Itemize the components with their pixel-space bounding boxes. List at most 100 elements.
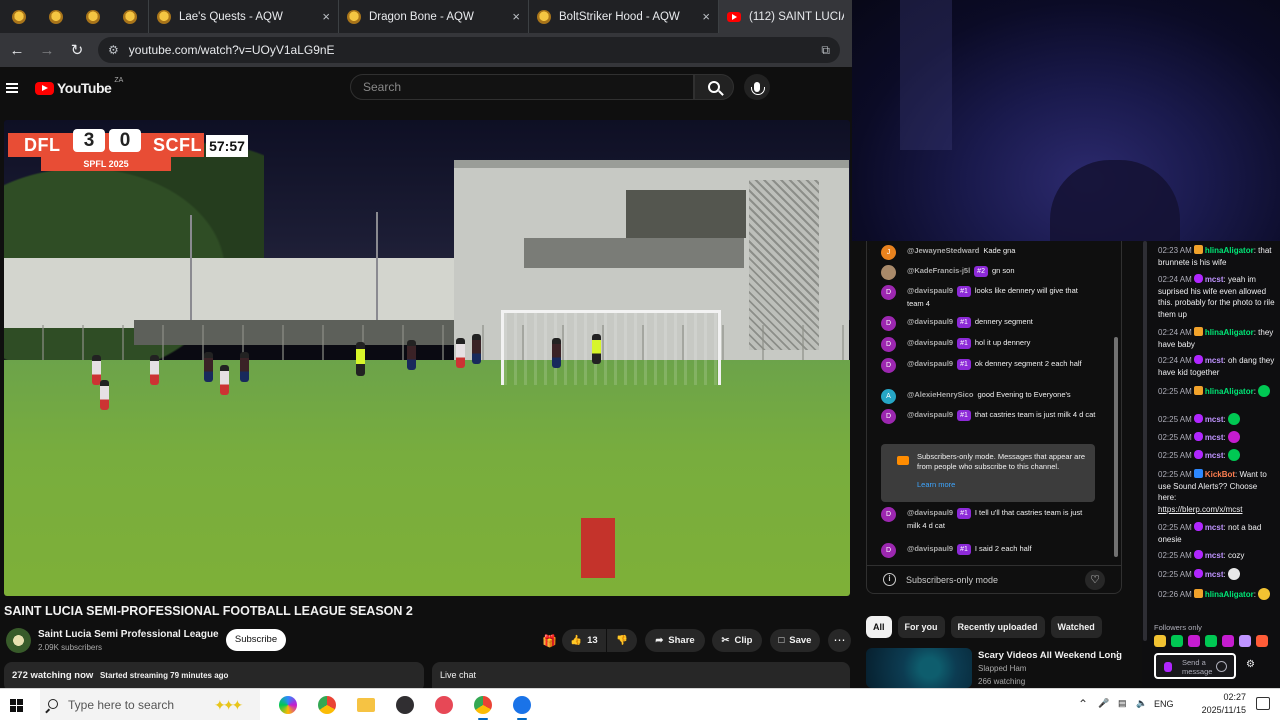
chat-avatar[interactable]: D [881, 543, 896, 558]
channel-name[interactable]: Saint Lucia Semi Professional League [38, 629, 219, 640]
share-button[interactable]: ➦ Share [645, 629, 705, 652]
clock-time[interactable]: 02:27 [1198, 692, 1246, 702]
chat-author[interactable]: @AlexieHenrySico [907, 390, 974, 399]
chat-settings-icon[interactable]: ⚙ [1246, 659, 1255, 671]
chat-author[interactable]: @davispaul9 [907, 359, 953, 368]
language-indicator[interactable]: ENG [1154, 699, 1174, 709]
network-icon[interactable]: ▤ [1118, 698, 1130, 710]
emoji-icon[interactable] [1216, 661, 1227, 672]
chat-author[interactable]: @JewayneStedward [907, 246, 979, 255]
pinned-tab[interactable] [37, 0, 74, 33]
search-button[interactable] [694, 74, 734, 100]
twitch-username[interactable]: mcst [1205, 570, 1224, 579]
emote-icon[interactable] [1188, 635, 1200, 647]
emote-icon[interactable] [1256, 635, 1268, 647]
pinned-tab[interactable] [111, 0, 148, 33]
tab-close-icon[interactable]: × [512, 9, 520, 24]
obs-icon[interactable] [393, 693, 417, 717]
voice-search-button[interactable] [744, 74, 770, 100]
clock-date[interactable]: 2025/11/15 [1198, 705, 1246, 715]
chat-avatar[interactable]: J [881, 245, 896, 260]
twitch-scrollbar[interactable] [1142, 241, 1148, 681]
browser-tab[interactable]: Lae's Quests - AQW × [148, 0, 338, 33]
browser-app-icon[interactable] [510, 693, 534, 720]
save-button[interactable]: □ Save [770, 629, 820, 652]
emote-icon[interactable] [1205, 635, 1217, 647]
chat-scrollbar[interactable] [1112, 241, 1119, 561]
chip-watched[interactable]: Watched [1050, 616, 1102, 638]
twitch-username[interactable]: KickBot [1205, 470, 1235, 479]
chat-author[interactable]: @davispaul9 [907, 508, 953, 517]
chat-avatar[interactable]: D [881, 507, 896, 522]
url-bar[interactable]: ⚙ youtube.com/watch?v=UOyV1aLG9nE ⧉ [98, 37, 840, 63]
video-player[interactable] [4, 120, 850, 596]
site-info-icon[interactable]: ⚙ [108, 43, 119, 57]
chat-avatar[interactable]: D [881, 409, 896, 424]
subscribe-button[interactable]: Subscribe [226, 629, 286, 651]
pinned-tab[interactable] [74, 0, 111, 33]
emote-icon[interactable] [1154, 635, 1166, 647]
chat-author[interactable]: @davispaul9 [907, 338, 953, 347]
chat-avatar[interactable]: D [881, 358, 896, 373]
twitch-scrollbar-thumb[interactable] [1143, 241, 1147, 641]
cast-icon[interactable]: ⧉ [821, 43, 830, 58]
heart-icon[interactable]: ♡ [1085, 569, 1105, 590]
chat-avatar[interactable]: D [881, 337, 896, 352]
twitch-username[interactable]: hlinaAligator [1205, 387, 1254, 396]
tab-close-icon[interactable]: × [702, 9, 710, 24]
twitch-chat-input[interactable]: Send a message [1154, 653, 1236, 679]
browser-tab-active[interactable]: (112) SAINT LUCIA S [718, 0, 852, 33]
microphone-icon[interactable]: 🎤 [1098, 698, 1110, 710]
chat-author[interactable]: @davispaul9 [907, 317, 953, 326]
twitch-username[interactable]: mcst [1205, 415, 1224, 424]
like-button[interactable]: 👍 13 [562, 629, 606, 652]
file-explorer-icon[interactable] [354, 693, 378, 717]
twitch-username[interactable]: mcst [1205, 451, 1224, 460]
chat-author[interactable]: @davispaul9 [907, 544, 953, 553]
emote-icon[interactable] [1171, 635, 1183, 647]
snipping-tool-icon[interactable] [432, 693, 456, 717]
hamburger-menu-icon[interactable] [6, 83, 18, 93]
twitch-username[interactable]: hlinaAligator [1205, 590, 1254, 599]
bits-icon[interactable] [1164, 662, 1172, 672]
learn-more-link[interactable]: Learn more [917, 480, 1087, 490]
emote-icon[interactable] [1222, 635, 1234, 647]
channel-avatar[interactable] [6, 628, 31, 653]
notifications-icon[interactable] [1256, 697, 1270, 710]
chip-for-you[interactable]: For you [897, 616, 945, 638]
back-icon[interactable]: ← [4, 37, 30, 63]
chat-avatar[interactable] [881, 265, 896, 280]
dislike-button[interactable]: 👎 [607, 629, 637, 652]
chat-avatar[interactable]: A [881, 389, 896, 404]
recommended-thumbnail[interactable] [866, 648, 972, 688]
gift-icon[interactable]: 🎁 [542, 634, 557, 648]
twitch-username[interactable]: hlinaAligator [1205, 246, 1254, 255]
browser-tab[interactable]: Dragon Bone - AQW × [338, 0, 528, 33]
pinned-tab[interactable] [0, 0, 37, 33]
search-input[interactable]: Search [350, 74, 694, 100]
recommended-channel[interactable]: Slapped Ham [978, 664, 1026, 673]
info-icon[interactable]: i [883, 573, 896, 586]
clip-button[interactable]: ✂ Clip [712, 629, 762, 652]
search-highlight-icon[interactable]: ✦✦✦ [214, 697, 243, 714]
twitch-username[interactable]: mcst [1205, 551, 1224, 560]
tab-close-icon[interactable]: × [322, 9, 330, 24]
copilot-icon[interactable] [276, 693, 300, 717]
twitch-username[interactable]: mcst [1205, 433, 1224, 442]
chrome-icon[interactable] [315, 693, 339, 717]
twitch-username[interactable]: mcst [1205, 356, 1224, 365]
browser-tab[interactable]: BoltStriker Hood - AQW × [528, 0, 718, 33]
volume-icon[interactable]: 🔈 [1136, 698, 1148, 710]
chat-author[interactable]: @KadeFrancis-j5l [907, 266, 970, 275]
chat-avatar[interactable]: D [881, 285, 896, 300]
youtube-logo[interactable]: YouTube ZA [35, 77, 123, 96]
reload-icon[interactable]: ↻ [64, 37, 90, 63]
chat-author[interactable]: @davispaul9 [907, 286, 953, 295]
twitch-username[interactable]: hlinaAligator [1205, 328, 1254, 337]
forward-icon[interactable]: → [34, 37, 60, 63]
scrollbar-thumb[interactable] [1114, 337, 1118, 557]
chrome-active-icon[interactable] [471, 693, 495, 720]
twitch-username[interactable]: mcst [1205, 523, 1224, 532]
chat-avatar[interactable]: D [881, 316, 896, 331]
recommended-title[interactable]: Scary Videos All Weekend Long [978, 650, 1122, 661]
